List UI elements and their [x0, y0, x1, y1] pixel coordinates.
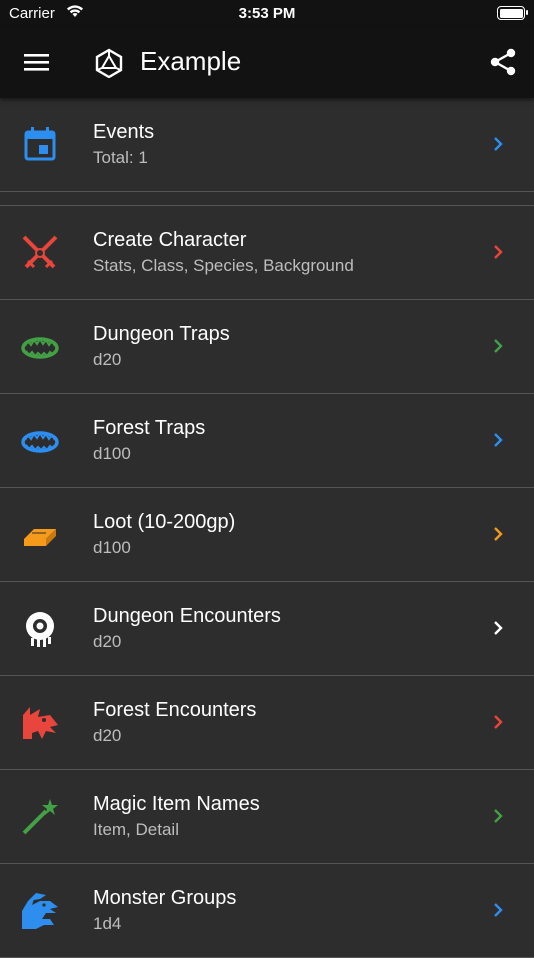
hamburger-menu-icon[interactable]: [24, 52, 49, 77]
list-item-subtitle: Item, Detail: [93, 820, 179, 839]
list-item-title: Forest Encounters: [93, 699, 257, 721]
dragon-head-icon: [20, 703, 60, 743]
table-list: Events Total: 1 Create Character Stats, …: [0, 98, 534, 958]
bear-trap-icon: [20, 421, 60, 461]
status-time: 3:53 PM: [238, 5, 296, 22]
d20-die-icon: [94, 48, 124, 83]
list-item-subtitle: Stats, Class, Species, Background: [93, 256, 354, 275]
list-item-monster-groups[interactable]: Monster Groups 1d4: [0, 864, 534, 958]
list-item-title: Dungeon Traps: [93, 323, 230, 345]
list-item-title: Events: [93, 121, 155, 143]
list-item-title: Create Character: [93, 229, 247, 251]
list-item-subtitle: d20: [93, 632, 122, 651]
calendar-icon: [20, 125, 60, 165]
list-item-events[interactable]: Events Total: 1: [0, 98, 534, 192]
chevron-right-icon: [492, 432, 504, 453]
list-item-subtitle: d20: [93, 350, 122, 369]
list-item-magic-item-names[interactable]: Magic Item Names Item, Detail: [0, 770, 534, 864]
list-item-forest-traps[interactable]: Forest Traps d100: [0, 394, 534, 488]
chevron-right-icon: [492, 620, 504, 641]
app-bar: Example: [0, 28, 534, 98]
list-item-subtitle: d100: [93, 444, 131, 463]
list-item-subtitle: 1d4: [93, 914, 122, 933]
chevron-right-icon: [492, 136, 504, 157]
chevron-right-icon: [492, 808, 504, 829]
chevron-right-icon: [492, 902, 504, 923]
beholder-icon: [20, 609, 60, 649]
bear-trap-icon: [20, 327, 60, 367]
list-item-title: Monster Groups: [93, 887, 237, 909]
battery-icon: [497, 6, 528, 20]
chevron-right-icon: [492, 714, 504, 735]
magic-wand-icon: [20, 797, 60, 837]
list-item-subtitle: d20: [93, 726, 122, 745]
list-item-subtitle: d100: [93, 538, 131, 557]
chevron-right-icon: [492, 526, 504, 547]
app-title: Example: [140, 46, 242, 76]
chevron-right-icon: [492, 338, 504, 359]
list-item-subtitle: Total: 1: [93, 148, 148, 167]
list-item-title: Forest Traps: [93, 417, 206, 439]
chevron-right-icon: [492, 244, 504, 265]
hydra-icon: [20, 891, 60, 931]
list-item-title: Loot (10-200gp): [93, 511, 236, 533]
list-item-loot[interactable]: Loot (10-200gp) d100: [0, 488, 534, 582]
list-item-title: Magic Item Names: [93, 793, 260, 815]
list-item-dungeon-encounters[interactable]: Dungeon Encounters d20: [0, 582, 534, 676]
gold-bar-icon: [20, 515, 60, 555]
status-bar: Carrier 3:53 PM: [0, 0, 534, 28]
list-item-title: Dungeon Encounters: [93, 605, 281, 627]
list-item-dungeon-traps[interactable]: Dungeon Traps d20: [0, 300, 534, 394]
list-item-forest-encounters[interactable]: Forest Encounters d20: [0, 676, 534, 770]
share-icon[interactable]: [490, 48, 516, 81]
section-divider: [0, 192, 534, 206]
crossed-swords-icon: [20, 233, 60, 273]
list-item-create-character[interactable]: Create Character Stats, Class, Species, …: [0, 206, 534, 300]
